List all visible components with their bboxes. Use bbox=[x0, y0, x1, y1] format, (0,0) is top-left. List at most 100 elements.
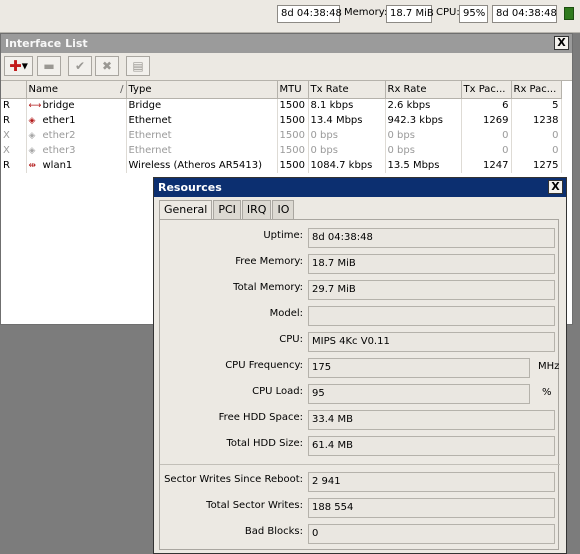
tab-general[interactable]: General bbox=[159, 200, 213, 220]
status-bar: 8d 04:38:48 Memory: 18.7 MiB CPU: 95% 8d… bbox=[0, 0, 580, 33]
table-row[interactable]: R ◈ ether1 Ethernet 1500 13.4 Mbps 942.3 … bbox=[1, 113, 562, 128]
general-panel: Uptime: 8d 04:38:48 Free Memory: 18.7 Mi… bbox=[159, 219, 560, 550]
model-row: Model: bbox=[160, 306, 560, 326]
total-sector-writes-row: Total Sector Writes: 188 554 bbox=[160, 498, 560, 518]
cpu-frequency-label: CPU Frequency: bbox=[225, 360, 303, 371]
column-header-rx-packets[interactable]: Rx Pac... bbox=[511, 81, 562, 99]
column-header-rx-rate[interactable]: Rx Rate bbox=[385, 81, 462, 99]
flag-cell: R bbox=[1, 158, 27, 173]
free-memory-row: Free Memory: 18.7 MiB bbox=[160, 254, 560, 274]
total-memory-row: Total Memory: 29.7 MiB bbox=[160, 280, 560, 300]
uptime-display: 8d 04:38:48 bbox=[277, 5, 342, 23]
tx-packets-cell: 0 bbox=[461, 143, 512, 158]
type-cell: Ethernet bbox=[126, 113, 278, 128]
column-header-type[interactable]: Type bbox=[126, 81, 278, 99]
cpu-label: CPU: bbox=[436, 7, 460, 18]
sort-icon: / bbox=[120, 83, 124, 95]
tx-packets-cell: 1247 bbox=[461, 158, 512, 173]
cpu-frequency-unit: MHz bbox=[538, 361, 560, 372]
name-text: bridge bbox=[42, 100, 75, 112]
uptime-row: Uptime: 8d 04:38:48 bbox=[160, 228, 560, 248]
cross-icon: ✖ bbox=[101, 59, 113, 73]
total-sector-writes-label: Total Sector Writes: bbox=[206, 500, 303, 511]
dropdown-arrow-icon: ▼ bbox=[21, 61, 28, 71]
minus-icon: ▬ bbox=[43, 59, 55, 73]
type-cell: Ethernet bbox=[126, 128, 278, 143]
interface-list-titlebar[interactable]: Interface List X bbox=[1, 34, 572, 53]
tab-irq[interactable]: IRQ bbox=[241, 200, 272, 219]
close-icon[interactable]: X bbox=[554, 36, 569, 50]
free-hdd-label: Free HDD Space: bbox=[218, 412, 303, 423]
cpu-row: CPU: MIPS 4Kc V0.11 bbox=[160, 332, 560, 352]
name-cell: ◈ ether1 bbox=[26, 113, 127, 128]
mtu-cell: 1500 bbox=[277, 128, 309, 143]
rx-packets-cell: 1275 bbox=[511, 158, 562, 173]
name-text: ether2 bbox=[42, 130, 76, 141]
column-header-tx-packets[interactable]: Tx Pac... bbox=[461, 81, 512, 99]
name-cell: ◈ ether2 bbox=[26, 128, 127, 143]
sector-writes-reboot-field[interactable]: 2 941 bbox=[308, 472, 555, 492]
rx-packets-cell: 1238 bbox=[511, 113, 562, 128]
uptime-label: Uptime: bbox=[263, 230, 303, 241]
rx-rate-cell: 942.3 kbps bbox=[385, 113, 462, 128]
close-icon[interactable]: X bbox=[548, 180, 563, 194]
rx-packets-cell: 0 bbox=[511, 143, 562, 158]
resources-titlebar[interactable]: Resources X bbox=[154, 178, 566, 197]
table-row[interactable]: R ⇹ wlan1 Wireless (Atheros AR5413) 1500 … bbox=[1, 158, 562, 173]
tab-io[interactable]: IO bbox=[272, 200, 295, 219]
type-cell: Bridge bbox=[126, 98, 278, 113]
tx-packets-cell: 1269 bbox=[461, 113, 512, 128]
cpu-frequency-field[interactable]: 175 bbox=[308, 358, 530, 378]
add-button[interactable]: ✚▼ bbox=[4, 56, 33, 76]
comment-button[interactable]: ▤ bbox=[126, 56, 150, 76]
bad-blocks-label: Bad Blocks: bbox=[244, 526, 303, 537]
column-header-name[interactable]: Name / bbox=[26, 81, 127, 99]
mtu-cell: 1500 bbox=[277, 158, 309, 173]
remove-button[interactable]: ▬ bbox=[37, 56, 61, 76]
free-hdd-row: Free HDD Space: 33.4 MB bbox=[160, 410, 560, 430]
table-row[interactable]: X ◈ ether3 Ethernet 1500 0 bps 0 bps 0 0 bbox=[1, 143, 562, 158]
total-memory-field[interactable]: 29.7 MiB bbox=[308, 280, 555, 300]
bad-blocks-field[interactable]: 0 bbox=[308, 524, 555, 544]
enable-button[interactable]: ✔ bbox=[68, 56, 92, 76]
free-memory-label: Free Memory: bbox=[235, 256, 303, 267]
tab-pci[interactable]: PCI bbox=[213, 200, 241, 219]
sector-writes-reboot-row: Sector Writes Since Reboot: 2 941 bbox=[160, 472, 560, 492]
comment-icon: ▤ bbox=[132, 59, 144, 73]
total-sector-writes-field[interactable]: 188 554 bbox=[308, 498, 555, 518]
cpu-load-field[interactable]: 95 bbox=[308, 384, 530, 404]
tx-rate-cell: 0 bps bbox=[308, 143, 386, 158]
bad-blocks-row: Bad Blocks: 0 bbox=[160, 524, 560, 544]
column-header-flag[interactable] bbox=[1, 81, 27, 99]
bridge-icon: ⟷ bbox=[28, 101, 42, 112]
flag-cell: R bbox=[1, 98, 27, 113]
free-hdd-field[interactable]: 33.4 MB bbox=[308, 410, 555, 430]
uptime-display-2: 8d 04:38:48 bbox=[492, 5, 557, 23]
resources-tabs: General PCI IRQ IO bbox=[159, 200, 295, 220]
mtu-cell: 1500 bbox=[277, 143, 309, 158]
flag-cell: X bbox=[1, 143, 27, 158]
cpu-load-unit: % bbox=[542, 387, 552, 398]
column-header-mtu[interactable]: MTU bbox=[277, 81, 309, 99]
total-hdd-field[interactable]: 61.4 MB bbox=[308, 436, 555, 456]
table-row[interactable]: X ◈ ether2 Ethernet 1500 0 bps 0 bps 0 0 bbox=[1, 128, 562, 143]
cpu-load-row: CPU Load: 95 % bbox=[160, 384, 560, 404]
total-hdd-label: Total HDD Size: bbox=[226, 438, 303, 449]
name-text: ether1 bbox=[42, 115, 76, 126]
resources-window: Resources X General PCI IRQ IO Uptime: 8… bbox=[153, 177, 567, 554]
column-header-tx-rate[interactable]: Tx Rate bbox=[308, 81, 386, 99]
free-memory-field[interactable]: 18.7 MiB bbox=[308, 254, 555, 274]
table-row[interactable]: R ⟷bridge Bridge 1500 8.1 kbps 2.6 kbps … bbox=[1, 98, 562, 113]
model-field[interactable] bbox=[308, 306, 555, 326]
table-header: Name / Type MTU Tx Rate Rx Rate Tx Pac...… bbox=[1, 81, 562, 99]
memory-display: 18.7 MiB bbox=[386, 5, 434, 23]
name-cell: ◈ ether3 bbox=[26, 143, 127, 158]
uptime-field[interactable]: 8d 04:38:48 bbox=[308, 228, 555, 248]
type-cell: Wireless (Atheros AR5413) bbox=[126, 158, 278, 173]
disable-button[interactable]: ✖ bbox=[95, 56, 119, 76]
model-label: Model: bbox=[269, 308, 303, 319]
cpu-field[interactable]: MIPS 4Kc V0.11 bbox=[308, 332, 555, 352]
interface-toolbar: ✚▼ ▬ ✔ ✖ ▤ bbox=[1, 53, 572, 81]
ethernet-icon: ◈ bbox=[28, 146, 36, 156]
wireless-icon: ⇹ bbox=[28, 161, 37, 171]
